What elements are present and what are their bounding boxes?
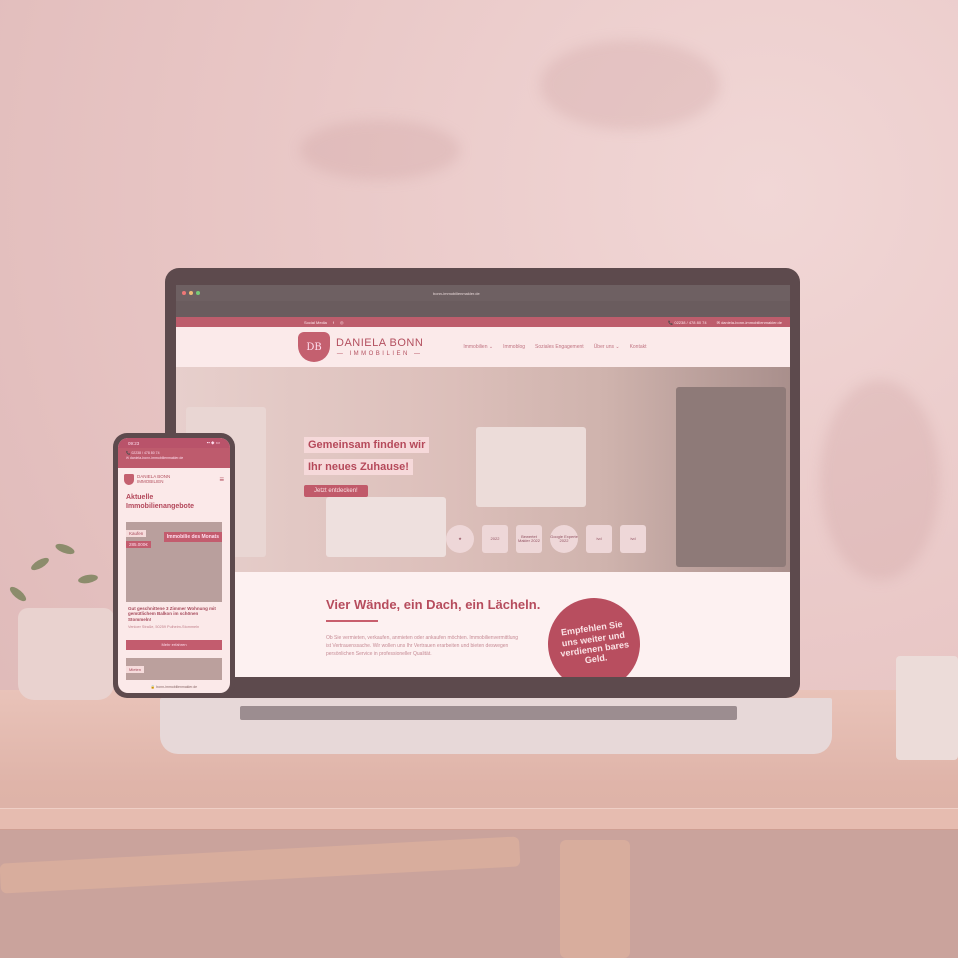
hero-banner: Gemeinsam finden wir Ihr neues Zuhause! … [176, 367, 790, 572]
plant-pot [18, 608, 114, 700]
nav-item-engagement[interactable]: Soziales Engagement [535, 344, 584, 350]
laptop-keyboard [240, 706, 737, 720]
phone-url-bar[interactable]: 🔒 bonn-immobilienmakler.de [118, 685, 230, 689]
signal-icon: ▪▪ ◆ ▭ [206, 440, 220, 445]
badge-bewertet-makler: Bewertet Makler 2022 [516, 525, 542, 553]
property-ribbon: Immobilie des Monats [163, 531, 222, 542]
address-bar[interactable]: bonn-immobilienmakler.de [433, 291, 480, 296]
section-divider [326, 620, 378, 622]
cup [896, 656, 958, 760]
property-title[interactable]: Gut geschnittene 3 Zimmer Wohnung mit ge… [118, 602, 230, 624]
hero-headline: Gemeinsam finden wir Ihr neues Zuhause! [304, 435, 430, 479]
product-mockup-scene: bonn-immobilienmakler.de Social Media f … [0, 0, 958, 958]
shadow-decoration [540, 40, 720, 130]
section-title: Vier Wände, ein Dach, ein Lächeln. [326, 597, 541, 612]
browser-tab-strip [176, 301, 790, 317]
phone-screen: 09:23 ▪▪ ◆ ▭ 📞 02238 / 478 80 74 ✉ danie… [118, 438, 230, 693]
site-header: DB DANIELA BONN — IMMOBILIEN — Immobilie… [176, 327, 790, 367]
property-card-2[interactable]: Mieten [126, 657, 222, 680]
property-card-image[interactable]: Kaufen 285.000€ Immobilie des Monats [126, 521, 222, 602]
close-window-icon[interactable] [182, 291, 186, 295]
nav-item-immobilien[interactable]: Immobilien ⌄ [463, 344, 493, 350]
phone-time: 09:23 [128, 440, 140, 446]
nav-item-ueber-uns[interactable]: Über uns ⌄ [594, 344, 620, 350]
phone-section-title: Aktuelle Immobilienangebote [126, 494, 195, 510]
nav-item-kontakt[interactable]: Kontakt [630, 344, 647, 350]
phone-logo-crest-icon[interactable] [124, 473, 134, 485]
leaf-decoration [29, 555, 51, 573]
logo-name: DANIELA BONN [336, 336, 424, 349]
property-address: Venloer Straße, 50259 Pulheim-Stommeln [128, 625, 200, 630]
facebook-icon[interactable]: f [333, 320, 334, 325]
property-tag-2: Mieten [126, 665, 145, 673]
more-info-button[interactable]: Mehr erfahren [126, 639, 222, 650]
badge-ivd: ivd [586, 525, 612, 553]
intro-section: Vier Wände, ein Dach, ein Lächeln. Ob Si… [176, 572, 790, 677]
shadow-decoration [300, 120, 460, 180]
badge-star-icon: ★ [446, 525, 474, 553]
logo-subtitle: — IMMOBILIEN — [336, 350, 423, 357]
hero-line-1: Gemeinsam finden wir [304, 437, 430, 453]
badge-2022: 2022 [482, 525, 508, 553]
property-price: 285.000€ [126, 540, 151, 548]
kitchen [476, 427, 586, 507]
phone-contact-bar: 📞 02238 / 478 80 74 ✉ daniela-bonn-immob… [118, 448, 230, 468]
section-text: Ob Sie vermieten, verkaufen, anmieten od… [326, 635, 519, 657]
phone-email-link[interactable]: ✉ daniela-bonn-immobilienmakler.de [126, 456, 222, 461]
badge-ivd-member: ivd [620, 525, 646, 553]
laptop-screen: bonn-immobilienmakler.de Social Media f … [176, 285, 790, 677]
shadow-decoration [820, 380, 940, 580]
browser-toolbar: bonn-immobilienmakler.de [176, 285, 790, 301]
minimize-window-icon[interactable] [189, 291, 193, 295]
email-link[interactable]: ✉ daniela-bonn-immobilienmakler.de [717, 320, 782, 325]
sofa [326, 497, 446, 557]
phone-status-bar: 09:23 ▪▪ ◆ ▭ [118, 438, 230, 448]
phone-logo-text[interactable]: DANIELA BONN IMMOBILIEN [137, 474, 170, 485]
property-tag: Kaufen [126, 529, 147, 537]
nav-item-immoblog[interactable]: Immoblog [503, 344, 525, 350]
leaf-decoration [77, 573, 99, 585]
hero-cta-button[interactable]: Jetzt entdecken! [304, 485, 368, 497]
chair-leg [560, 840, 630, 958]
site-topbar: Social Media f ◎ 📞 02238 / 478 80 74 ✉ d… [176, 317, 790, 327]
maximize-window-icon[interactable] [196, 291, 200, 295]
phone-link[interactable]: 📞 02238 / 478 80 74 [668, 320, 706, 325]
hero-line-2: Ihr neues Zuhause! [304, 459, 413, 475]
hamburger-menu-icon[interactable]: ≡ [219, 475, 224, 484]
leaf-decoration [54, 541, 76, 557]
phone-header: DANIELA BONN IMMOBILIEN ≡ [118, 468, 230, 490]
badge-google-experte: Google Experte 2022 [550, 525, 578, 553]
window [676, 387, 786, 567]
desk-edge [0, 808, 958, 830]
main-nav: Immobilien ⌄ Immoblog Soziales Engagemen… [463, 344, 646, 350]
logo[interactable]: DANIELA BONN — IMMOBILIEN — [336, 336, 424, 357]
instagram-icon[interactable]: ◎ [340, 320, 344, 325]
logo-crest-icon[interactable]: DB [298, 332, 330, 362]
social-media-label: Social Media [304, 319, 327, 325]
leaf-decoration [7, 584, 29, 604]
award-badges: ★ 2022 Bewertet Makler 2022 Google Exper… [446, 525, 646, 553]
